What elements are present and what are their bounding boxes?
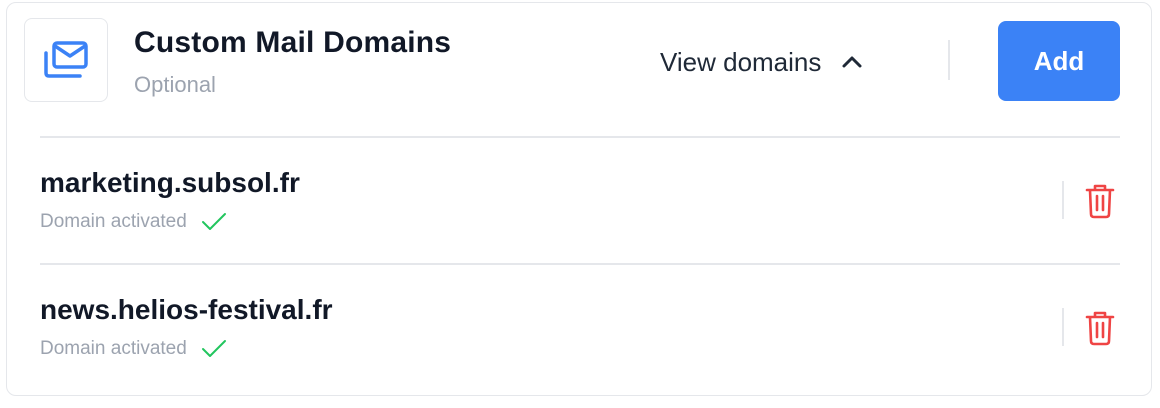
mail-icon-container	[24, 18, 108, 102]
domain-row: news.helios-festival.fr Domain activated	[0, 264, 1160, 390]
page-title: Custom Mail Domains	[134, 26, 452, 59]
row-divider	[1062, 181, 1064, 219]
row-divider	[1062, 308, 1064, 346]
domain-name: marketing.subsol.fr	[40, 167, 300, 198]
domain-status: Domain activated	[40, 211, 227, 233]
domain-row: marketing.subsol.fr Domain activated	[0, 137, 1160, 263]
check-icon	[201, 340, 226, 357]
trash-icon	[1085, 184, 1115, 219]
view-domains-toggle[interactable]: View domains	[660, 44, 863, 80]
add-button[interactable]: Add	[998, 21, 1120, 101]
delete-domain-button[interactable]	[1082, 181, 1118, 221]
mail-stack-icon	[44, 41, 88, 78]
trash-icon	[1085, 311, 1115, 346]
header-divider	[948, 40, 950, 80]
view-domains-label: View domains	[660, 46, 822, 77]
chevron-up-icon	[842, 56, 862, 68]
domain-status-text: Domain activated	[40, 338, 187, 359]
optional-label: Optional	[134, 72, 216, 97]
check-icon	[201, 213, 226, 230]
domain-status: Domain activated	[40, 338, 227, 360]
delete-domain-button[interactable]	[1082, 308, 1118, 348]
domain-status-text: Domain activated	[40, 211, 187, 232]
domain-name: news.helios-festival.fr	[40, 294, 333, 325]
